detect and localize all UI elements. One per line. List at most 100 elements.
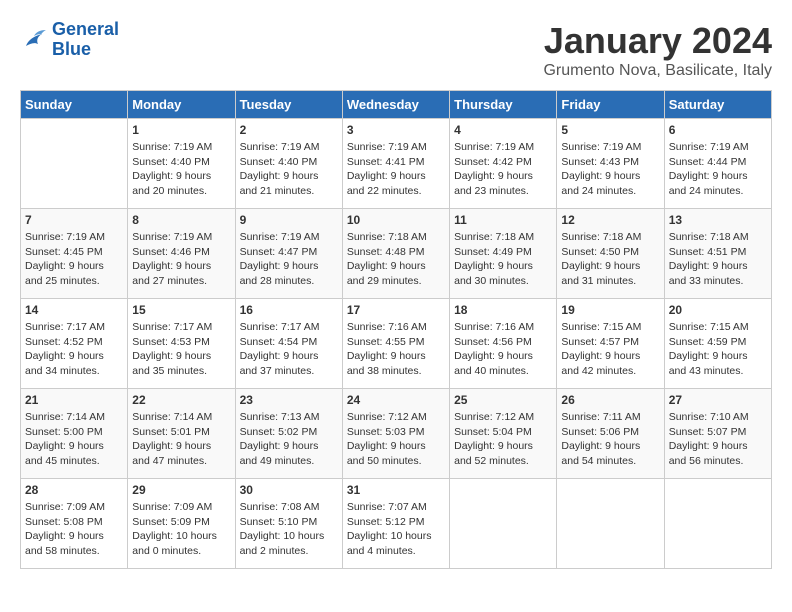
day-sunrise: Sunrise: 7:19 AM xyxy=(347,140,445,155)
day-sunrise: Sunrise: 7:08 AM xyxy=(240,500,338,515)
day-number: 3 xyxy=(347,123,445,137)
calendar-week-row: 1 Sunrise: 7:19 AM Sunset: 4:40 PM Dayli… xyxy=(21,119,772,209)
day-sunset: Sunset: 4:52 PM xyxy=(25,335,123,350)
day-sunrise: Sunrise: 7:09 AM xyxy=(132,500,230,515)
calendar-cell: 5 Sunrise: 7:19 AM Sunset: 4:43 PM Dayli… xyxy=(557,119,664,209)
day-daylight: Daylight: 9 hours and 25 minutes. xyxy=(25,259,123,288)
day-sunset: Sunset: 4:59 PM xyxy=(669,335,767,350)
calendar-cell: 18 Sunrise: 7:16 AM Sunset: 4:56 PM Dayl… xyxy=(450,299,557,389)
calendar-cell: 10 Sunrise: 7:18 AM Sunset: 4:48 PM Dayl… xyxy=(342,209,449,299)
day-number: 1 xyxy=(132,123,230,137)
day-daylight: Daylight: 9 hours and 33 minutes. xyxy=(669,259,767,288)
day-sunset: Sunset: 4:42 PM xyxy=(454,155,552,170)
day-daylight: Daylight: 9 hours and 31 minutes. xyxy=(561,259,659,288)
calendar-cell: 30 Sunrise: 7:08 AM Sunset: 5:10 PM Dayl… xyxy=(235,479,342,569)
day-sunrise: Sunrise: 7:13 AM xyxy=(240,410,338,425)
day-sunset: Sunset: 4:51 PM xyxy=(669,245,767,260)
day-daylight: Daylight: 9 hours and 45 minutes. xyxy=(25,439,123,468)
day-sunset: Sunset: 5:02 PM xyxy=(240,425,338,440)
day-daylight: Daylight: 10 hours and 0 minutes. xyxy=(132,529,230,558)
logo: General Blue xyxy=(20,20,119,60)
day-sunrise: Sunrise: 7:17 AM xyxy=(240,320,338,335)
calendar-week-row: 14 Sunrise: 7:17 AM Sunset: 4:52 PM Dayl… xyxy=(21,299,772,389)
day-number: 26 xyxy=(561,393,659,407)
day-sunset: Sunset: 4:43 PM xyxy=(561,155,659,170)
day-sunset: Sunset: 5:07 PM xyxy=(669,425,767,440)
day-sunrise: Sunrise: 7:14 AM xyxy=(25,410,123,425)
day-daylight: Daylight: 9 hours and 52 minutes. xyxy=(454,439,552,468)
day-number: 6 xyxy=(669,123,767,137)
calendar-cell: 29 Sunrise: 7:09 AM Sunset: 5:09 PM Dayl… xyxy=(128,479,235,569)
day-sunrise: Sunrise: 7:12 AM xyxy=(347,410,445,425)
day-header-tuesday: Tuesday xyxy=(235,91,342,119)
calendar-cell: 31 Sunrise: 7:07 AM Sunset: 5:12 PM Dayl… xyxy=(342,479,449,569)
calendar-cell: 14 Sunrise: 7:17 AM Sunset: 4:52 PM Dayl… xyxy=(21,299,128,389)
day-daylight: Daylight: 9 hours and 54 minutes. xyxy=(561,439,659,468)
calendar-week-row: 7 Sunrise: 7:19 AM Sunset: 4:45 PM Dayli… xyxy=(21,209,772,299)
day-number: 19 xyxy=(561,303,659,317)
logo-text: General Blue xyxy=(52,20,119,60)
day-sunrise: Sunrise: 7:18 AM xyxy=(347,230,445,245)
day-daylight: Daylight: 9 hours and 27 minutes. xyxy=(132,259,230,288)
day-daylight: Daylight: 10 hours and 2 minutes. xyxy=(240,529,338,558)
day-daylight: Daylight: 9 hours and 35 minutes. xyxy=(132,349,230,378)
day-sunrise: Sunrise: 7:19 AM xyxy=(132,230,230,245)
day-sunrise: Sunrise: 7:16 AM xyxy=(347,320,445,335)
day-sunrise: Sunrise: 7:17 AM xyxy=(25,320,123,335)
calendar-cell: 19 Sunrise: 7:15 AM Sunset: 4:57 PM Dayl… xyxy=(557,299,664,389)
day-number: 8 xyxy=(132,213,230,227)
calendar-cell: 7 Sunrise: 7:19 AM Sunset: 4:45 PM Dayli… xyxy=(21,209,128,299)
calendar-cell: 12 Sunrise: 7:18 AM Sunset: 4:50 PM Dayl… xyxy=(557,209,664,299)
calendar-cell: 22 Sunrise: 7:14 AM Sunset: 5:01 PM Dayl… xyxy=(128,389,235,479)
calendar-cell: 4 Sunrise: 7:19 AM Sunset: 4:42 PM Dayli… xyxy=(450,119,557,209)
day-number: 16 xyxy=(240,303,338,317)
calendar-cell xyxy=(557,479,664,569)
day-sunset: Sunset: 4:46 PM xyxy=(132,245,230,260)
day-sunset: Sunset: 4:56 PM xyxy=(454,335,552,350)
calendar-cell: 8 Sunrise: 7:19 AM Sunset: 4:46 PM Dayli… xyxy=(128,209,235,299)
day-number: 4 xyxy=(454,123,552,137)
day-daylight: Daylight: 9 hours and 21 minutes. xyxy=(240,169,338,198)
calendar-cell: 16 Sunrise: 7:17 AM Sunset: 4:54 PM Dayl… xyxy=(235,299,342,389)
day-sunset: Sunset: 4:57 PM xyxy=(561,335,659,350)
day-number: 24 xyxy=(347,393,445,407)
day-daylight: Daylight: 9 hours and 38 minutes. xyxy=(347,349,445,378)
day-daylight: Daylight: 9 hours and 24 minutes. xyxy=(561,169,659,198)
day-number: 17 xyxy=(347,303,445,317)
day-daylight: Daylight: 9 hours and 56 minutes. xyxy=(669,439,767,468)
calendar-table: SundayMondayTuesdayWednesdayThursdayFrid… xyxy=(20,90,772,569)
day-daylight: Daylight: 9 hours and 34 minutes. xyxy=(25,349,123,378)
day-daylight: Daylight: 9 hours and 37 minutes. xyxy=(240,349,338,378)
day-number: 25 xyxy=(454,393,552,407)
day-sunset: Sunset: 5:04 PM xyxy=(454,425,552,440)
calendar-cell: 21 Sunrise: 7:14 AM Sunset: 5:00 PM Dayl… xyxy=(21,389,128,479)
day-daylight: Daylight: 9 hours and 40 minutes. xyxy=(454,349,552,378)
calendar-cell xyxy=(664,479,771,569)
calendar-cell: 1 Sunrise: 7:19 AM Sunset: 4:40 PM Dayli… xyxy=(128,119,235,209)
page-title: January 2024 xyxy=(543,20,772,62)
day-sunrise: Sunrise: 7:11 AM xyxy=(561,410,659,425)
day-sunrise: Sunrise: 7:16 AM xyxy=(454,320,552,335)
calendar-cell: 2 Sunrise: 7:19 AM Sunset: 4:40 PM Dayli… xyxy=(235,119,342,209)
day-number: 13 xyxy=(669,213,767,227)
day-sunset: Sunset: 5:09 PM xyxy=(132,515,230,530)
day-sunrise: Sunrise: 7:18 AM xyxy=(454,230,552,245)
logo-icon xyxy=(20,26,48,54)
day-sunset: Sunset: 4:44 PM xyxy=(669,155,767,170)
day-sunset: Sunset: 4:45 PM xyxy=(25,245,123,260)
day-daylight: Daylight: 9 hours and 50 minutes. xyxy=(347,439,445,468)
day-daylight: Daylight: 9 hours and 29 minutes. xyxy=(347,259,445,288)
day-sunset: Sunset: 5:03 PM xyxy=(347,425,445,440)
day-number: 28 xyxy=(25,483,123,497)
calendar-cell: 6 Sunrise: 7:19 AM Sunset: 4:44 PM Dayli… xyxy=(664,119,771,209)
day-daylight: Daylight: 9 hours and 28 minutes. xyxy=(240,259,338,288)
day-number: 20 xyxy=(669,303,767,317)
day-number: 15 xyxy=(132,303,230,317)
title-block: January 2024 Grumento Nova, Basilicate, … xyxy=(543,20,772,80)
calendar-cell xyxy=(450,479,557,569)
day-sunset: Sunset: 5:00 PM xyxy=(25,425,123,440)
calendar-cell: 3 Sunrise: 7:19 AM Sunset: 4:41 PM Dayli… xyxy=(342,119,449,209)
day-daylight: Daylight: 9 hours and 43 minutes. xyxy=(669,349,767,378)
day-sunrise: Sunrise: 7:09 AM xyxy=(25,500,123,515)
day-sunrise: Sunrise: 7:15 AM xyxy=(669,320,767,335)
